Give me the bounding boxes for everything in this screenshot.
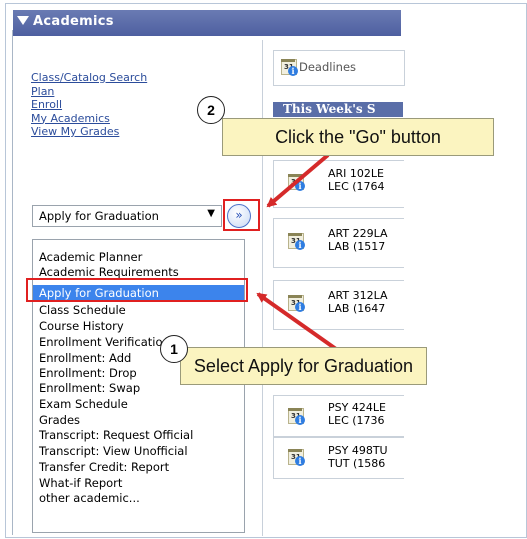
arrow-to-apply-for-graduation [256,292,338,351]
step2-callout: Click the "Go" button [222,118,494,156]
step2-number-badge: 2 [197,96,225,124]
step1-callout: Select Apply for Graduation [180,347,427,385]
annotation-arrows [256,153,338,351]
step1-text: Select Apply for Graduation [193,356,414,376]
arrow-to-go-button [266,153,330,208]
step2-text: Click the "Go" button [275,127,441,147]
step1-number-badge: 1 [160,335,188,363]
